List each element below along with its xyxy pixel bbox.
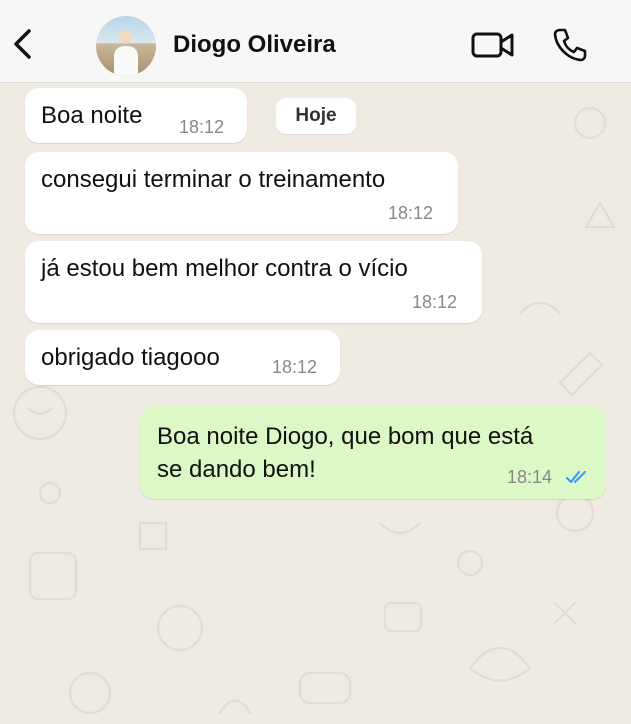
chevron-left-icon	[14, 29, 31, 59]
message-text: consegui terminar o treinamento	[41, 166, 386, 193]
message-time: 18:12	[179, 117, 225, 137]
avatar-figure	[114, 46, 138, 76]
message-time: 18:12	[388, 203, 434, 223]
contact-avatar[interactable]	[96, 16, 156, 76]
message-text-line-2: se dando bem!	[157, 456, 316, 483]
date-chip: Hoje	[276, 98, 356, 134]
video-camera-icon	[471, 32, 514, 58]
message-time: 18:14	[507, 467, 553, 487]
message-text-line-1: Boa noite Diogo, que bom que está	[157, 423, 534, 450]
back-button[interactable]	[8, 24, 40, 64]
phone-icon	[553, 28, 587, 62]
video-call-button[interactable]	[470, 28, 516, 62]
incoming-message-bubble[interactable]: já estou bem melhor contra o vício 18:12	[25, 241, 482, 323]
chat-area[interactable]: Boa noite 18:12 Hoje consegui terminar o…	[0, 83, 631, 724]
message-text: obrigado tiagooo	[41, 344, 220, 371]
voice-call-button[interactable]	[551, 26, 589, 64]
contact-name[interactable]: Diogo Oliveira	[173, 31, 336, 59]
outgoing-message-bubble[interactable]: Boa noite Diogo, que bom que está se dan…	[140, 406, 606, 499]
incoming-message-bubble[interactable]: obrigado tiagooo 18:12	[25, 330, 340, 385]
double-check-read-icon	[565, 470, 587, 484]
chat-header: Diogo Oliveira	[0, 0, 631, 83]
incoming-message-bubble[interactable]: Boa noite 18:12	[25, 88, 247, 143]
message-time: 18:12	[272, 357, 318, 377]
message-time: 18:12	[412, 292, 458, 312]
message-text: Boa noite	[41, 102, 143, 129]
message-text: já estou bem melhor contra o vício	[41, 255, 408, 282]
incoming-message-bubble[interactable]: consegui terminar o treinamento 18:12	[25, 152, 458, 234]
